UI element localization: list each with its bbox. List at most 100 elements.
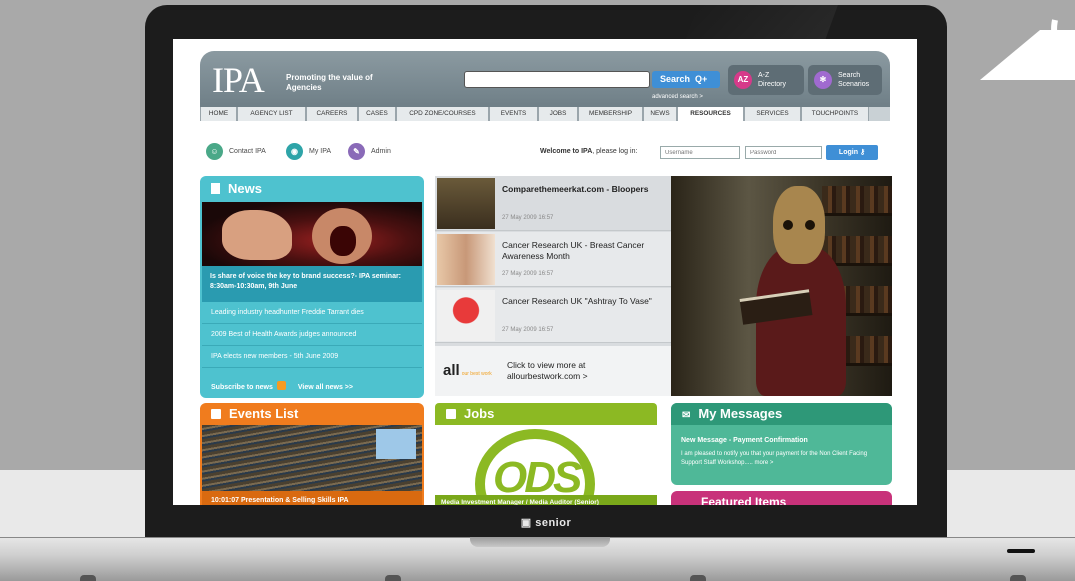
search-button[interactable]: Search Q+	[652, 71, 720, 88]
contact-icon[interactable]: ☺	[206, 143, 223, 160]
key-icon: ⚷	[859, 149, 866, 156]
tab-careers[interactable]: CAREERS	[306, 107, 358, 121]
scenarios-line-2: Scenarios	[838, 81, 870, 88]
news-header: News	[200, 176, 424, 202]
feature-title: Comparethemeerkat.com - Bloopers	[502, 184, 649, 194]
hinge-notch	[470, 537, 610, 547]
brand-logo-icon: ▣	[520, 517, 536, 529]
message-title[interactable]: New Message - Payment Confirmation	[681, 437, 808, 444]
feature-list: Comparethemeerkat.com - Bloopers 27 May …	[435, 176, 671, 396]
feature-date: 27 May 2009 16:57	[502, 327, 554, 333]
laptop-foot	[690, 575, 706, 581]
tab-resources[interactable]: RESOURCES	[677, 107, 744, 121]
view-all-news-link[interactable]: View all news >>	[298, 384, 353, 391]
welcome-bold: Welcome to IPA	[540, 148, 593, 155]
user-bar: ☺ Contact IPA ◉ My IPA ✎ Admin Welcome t…	[200, 129, 890, 163]
calendar-icon	[211, 409, 221, 419]
allour-link[interactable]: allourbestwork.com >	[507, 371, 588, 382]
briefcase-icon	[446, 409, 456, 419]
flower-thumbnail	[437, 290, 495, 341]
tab-news[interactable]: NEWS	[643, 107, 677, 121]
tab-jobs[interactable]: JOBS	[538, 107, 578, 121]
feature-title: Cancer Research UK - Breast Cancer Aware…	[502, 240, 645, 261]
rss-icon[interactable]	[276, 381, 286, 390]
job-item[interactable]: Media Investment Manager / Media Auditor…	[435, 495, 657, 505]
contact-link[interactable]: Contact IPA	[229, 148, 266, 155]
events-panel: Events List 10:01:07 Presentation & Sell…	[200, 403, 424, 505]
search-scenarios-button[interactable]: ✻ Search Scenarios	[808, 65, 882, 95]
news-photo[interactable]	[202, 202, 422, 266]
tab-agency-list[interactable]: AGENCY LIST	[237, 107, 306, 121]
username-field[interactable]	[660, 146, 740, 159]
device-brand-text: senior	[535, 517, 572, 529]
news-feature-headline[interactable]: Is share of voice the key to brand succe…	[202, 266, 422, 302]
document-icon	[211, 183, 220, 194]
base-slot	[1007, 549, 1035, 553]
news-item[interactable]: 2009 Best of Health Awards judges announ…	[202, 324, 422, 346]
allour-logo-small: our best work	[461, 371, 492, 377]
ipa-logo[interactable]: IPA	[212, 59, 265, 101]
az-directory-label: A-Z Directory	[758, 71, 786, 89]
allour-line-1: Click to view more at	[507, 360, 586, 370]
main-nav: HOME AGENCY LIST CAREERS CASES CPD ZONE/…	[200, 107, 890, 121]
scenarios-gear-icon: ✻	[814, 71, 832, 89]
events-header: Events List	[200, 403, 424, 425]
meerkat-head	[773, 186, 825, 264]
events-photo[interactable]	[202, 425, 422, 491]
advanced-search-link[interactable]: advanced search >	[652, 94, 703, 100]
az-directory-button[interactable]: AZ A-Z Directory	[728, 65, 804, 95]
featured-items-panel: Featured Items	[671, 491, 892, 505]
search-icon: Q+	[695, 74, 708, 84]
news-item[interactable]: Leading industry headhunter Freddie Tarr…	[202, 302, 422, 324]
site-tagline: Promoting the value of Agencies	[286, 73, 373, 92]
news-footer: Subscribe to news View all news >>	[211, 381, 353, 391]
welcome-text: Welcome to IPA, please log in:	[540, 148, 637, 155]
tab-events[interactable]: EVENTS	[489, 107, 538, 121]
tab-services[interactable]: SERVICES	[744, 107, 801, 121]
laptop-foot	[80, 575, 96, 581]
bookshelf	[822, 186, 892, 216]
laptop-foot	[1010, 575, 1026, 581]
corner-brand-icon	[980, 19, 1075, 80]
az-line-2: Directory	[758, 81, 787, 88]
feature-item[interactable]: Cancer Research UK - Breast Cancer Aware…	[435, 232, 671, 287]
login-button-label: Login	[838, 149, 858, 156]
admin-icon[interactable]: ✎	[348, 143, 365, 160]
news-item[interactable]: IPA elects new members - 5th June 2009	[202, 346, 422, 368]
login-button[interactable]: Login ⚷	[826, 145, 878, 160]
site-header: IPA Promoting the value of Agencies Sear…	[200, 51, 890, 107]
az-line-1: A-Z	[758, 72, 770, 79]
tab-home[interactable]: HOME	[200, 107, 237, 121]
feature-item[interactable]: Cancer Research UK "Ashtray To Vase" 27 …	[435, 288, 671, 343]
allourbestwork-logo: all our best work	[443, 362, 492, 379]
jobs-panel: Jobs ODS Media Investment Manager / Medi…	[435, 403, 657, 505]
tab-touchpoints[interactable]: TOUCHPOINTS	[801, 107, 869, 121]
welcome-rest: , please log in:	[592, 148, 638, 155]
feature-item[interactable]: Comparethemeerkat.com - Bloopers 27 May …	[435, 176, 671, 231]
feature-date: 27 May 2009 16:57	[502, 271, 554, 277]
jobs-title: Jobs	[464, 406, 495, 421]
my-ipa-eye-icon[interactable]: ◉	[286, 143, 303, 160]
meerkat-eye	[783, 220, 793, 230]
photo-mouth	[330, 226, 356, 256]
search-input[interactable]	[464, 71, 650, 88]
my-ipa-link[interactable]: My IPA	[309, 148, 331, 155]
laptop-foot	[385, 575, 401, 581]
message-body[interactable]: I am pleased to notify you that your pay…	[681, 450, 881, 468]
messages-header: ✉ My Messages	[671, 403, 892, 425]
events-title: Events List	[229, 406, 299, 421]
allour-text: Click to view more at allourbestwork.com…	[507, 360, 588, 382]
tab-cpd-zone[interactable]: CPD ZONE/COURSES	[396, 107, 489, 121]
allourbestwork-promo[interactable]: all our best work Click to view more at a…	[435, 346, 671, 396]
password-field[interactable]	[745, 146, 822, 159]
tab-membership[interactable]: MEMBERSHIP	[578, 107, 643, 121]
hero-image-meerkat[interactable]	[671, 176, 892, 396]
messages-panel: ✉ My Messages New Message - Payment Confi…	[671, 403, 892, 485]
admin-link[interactable]: Admin	[371, 148, 391, 155]
feature-title: Cancer Research UK "Ashtray To Vase"	[502, 296, 652, 306]
event-item[interactable]: 10:01:07 Presentation & Selling Skills I…	[202, 491, 422, 505]
tab-cases[interactable]: CASES	[358, 107, 396, 121]
featured-title: Featured Items	[701, 495, 787, 505]
allour-logo-main: all	[443, 362, 460, 379]
subscribe-news-link[interactable]: Subscribe to news	[211, 384, 273, 391]
